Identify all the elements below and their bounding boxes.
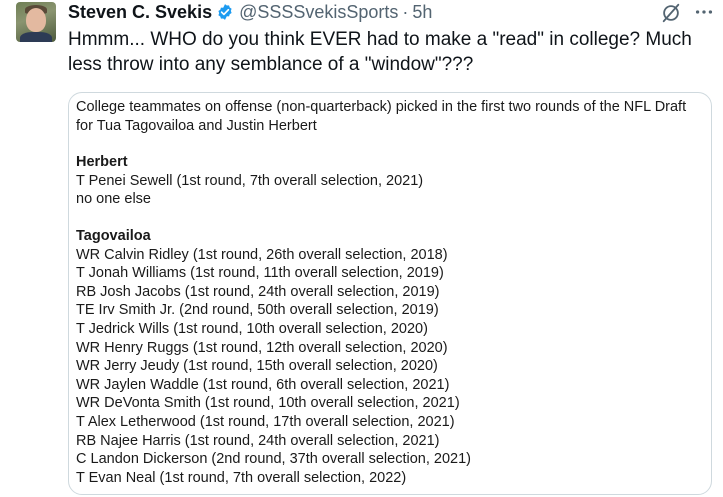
separator-dot: · bbox=[402, 1, 409, 22]
attached-image-card[interactable]: College teammates on offense (non-quarte… bbox=[68, 92, 712, 495]
avatar-shirt bbox=[20, 32, 52, 42]
list-item: T Evan Neal (1st round, 7th overall sele… bbox=[76, 469, 407, 486]
list-item: RB Najee Harris (1st round, 24th overall… bbox=[76, 432, 440, 449]
tagovailoa-section: Tagovailoa WR Calvin Ridley (1st round, … bbox=[76, 227, 704, 487]
avatar[interactable] bbox=[16, 2, 56, 42]
list-item: RB Josh Jacobs (1st round, 24th overall … bbox=[76, 283, 440, 300]
list-item: WR Henry Ruggs (1st round, 12th overall … bbox=[76, 339, 448, 356]
author-handle[interactable]: @SSSSvekisSports bbox=[239, 2, 398, 23]
list-item: T Alex Letherwood (1st round, 17th overa… bbox=[76, 413, 455, 430]
herbert-section: Herbert T Penei Sewell (1st round, 7th o… bbox=[76, 153, 704, 209]
more-options-icon[interactable] bbox=[692, 1, 716, 23]
list-item: WR DeVonta Smith (1st round, 10th overal… bbox=[76, 395, 460, 412]
list-item: C Landon Dickerson (2nd round, 37th over… bbox=[76, 451, 471, 468]
avatar-face bbox=[26, 8, 46, 32]
tweet-text: Hmmm... WHO do you think EVER had to mak… bbox=[68, 29, 692, 75]
list-item: TE Irv Smith Jr. (2nd round, 50th overal… bbox=[76, 302, 439, 319]
tweet-header: Steven C. Svekis @SSSSvekisSports · 5h bbox=[68, 0, 432, 24]
section-title-herbert: Herbert bbox=[76, 154, 128, 171]
list-item: no one else bbox=[76, 191, 151, 208]
list-item: WR Jerry Jeudy (1st round, 15th overall … bbox=[76, 358, 438, 375]
grok-icon[interactable] bbox=[660, 2, 682, 24]
card-content: College teammates on offense (non-quarte… bbox=[76, 98, 704, 494]
list-item: WR Jaylen Waddle (1st round, 6th overall… bbox=[76, 376, 450, 393]
display-name[interactable]: Steven C. Svekis bbox=[68, 2, 212, 23]
list-item: T Jedrick Wills (1st round, 10th overall… bbox=[76, 320, 428, 337]
card-intro: College teammates on offense (non-quarte… bbox=[76, 99, 687, 134]
list-item: T Penei Sewell (1st round, 7th overall s… bbox=[76, 172, 424, 189]
list-item: T Jonah Williams (1st round, 11th overal… bbox=[76, 265, 444, 282]
section-title-tagovailoa: Tagovailoa bbox=[76, 227, 151, 244]
verified-badge-icon[interactable] bbox=[216, 3, 234, 21]
timestamp[interactable]: 5h bbox=[412, 2, 432, 23]
list-item: WR Calvin Ridley (1st round, 26th overal… bbox=[76, 246, 448, 263]
